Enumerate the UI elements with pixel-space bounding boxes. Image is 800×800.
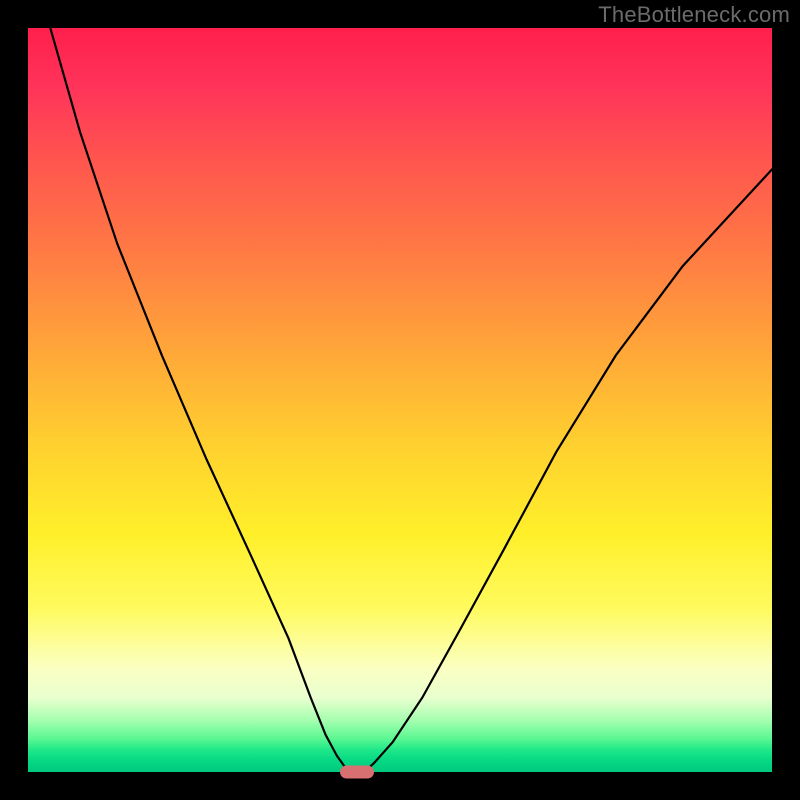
chart-frame: TheBottleneck.com xyxy=(0,0,800,800)
cusp-marker xyxy=(340,766,374,779)
plot-area xyxy=(28,28,772,772)
curve-right-branch xyxy=(364,169,772,772)
bottleneck-curve xyxy=(28,28,772,772)
curve-left-branch xyxy=(50,28,349,772)
watermark-text: TheBottleneck.com xyxy=(598,2,790,28)
